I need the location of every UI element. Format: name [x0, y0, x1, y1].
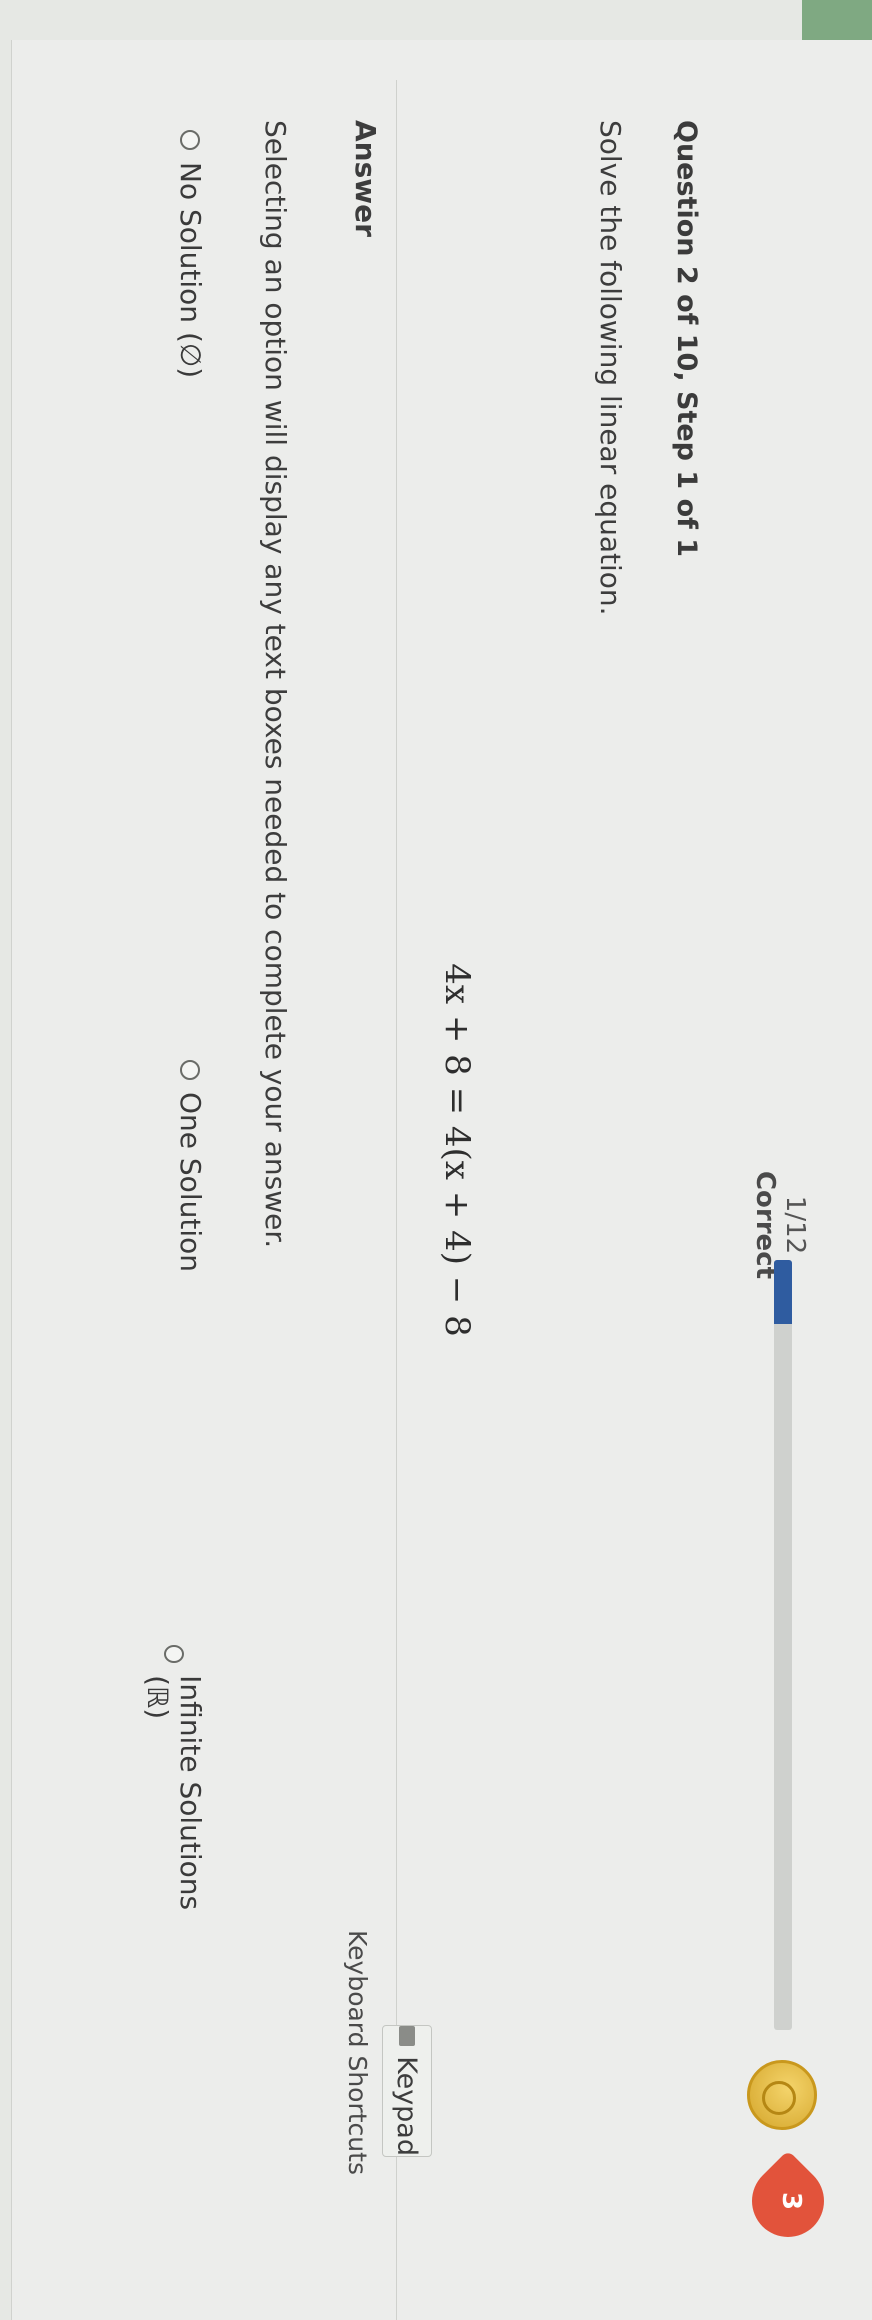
radio-icon[interactable] [180, 130, 201, 150]
radio-icon[interactable] [164, 1645, 184, 1664]
divider [396, 80, 397, 2320]
option-no-solution[interactable]: No Solution (∅) [174, 130, 207, 378]
radio-icon[interactable] [180, 1060, 201, 1080]
equation: 4x + 8 = 4(x + 4) − 8 [437, 963, 477, 1337]
answer-options: No Solution (∅) One Solution Infinite So… [141, 130, 207, 1930]
answer-heading: Answer [349, 120, 382, 237]
option-label: No Solution (∅) [174, 162, 207, 379]
keypad-button[interactable]: Keypad [382, 2025, 432, 2157]
option-label: One Solution [174, 1092, 207, 1272]
question-title: Question 2 of 10, Step 1 of 1 [671, 120, 702, 558]
keyboard-shortcuts-link[interactable]: Keyboard Shortcuts [343, 1930, 372, 2175]
progress-fill [774, 1260, 792, 1324]
streak-count: 3 [776, 2191, 806, 2211]
progress-bar [774, 1260, 792, 2030]
question-prompt: Solve the following linear equation. [594, 120, 627, 616]
option-one-solution[interactable]: One Solution [174, 1060, 207, 1272]
option-label: Infinite Solutions (ℝ) [141, 1675, 207, 1911]
question-card: Question 2 of 10, Step 1 of 1 1/12 Corre… [11, 40, 872, 2320]
keypad-label: Keypad [391, 2056, 423, 2156]
coin-icon[interactable] [747, 2060, 817, 2130]
answer-instruction: Selecting an option will display any tex… [259, 120, 292, 1249]
keypad-icon [399, 2026, 415, 2047]
option-infinite-solutions[interactable]: Infinite Solutions (ℝ) [141, 1645, 207, 1930]
